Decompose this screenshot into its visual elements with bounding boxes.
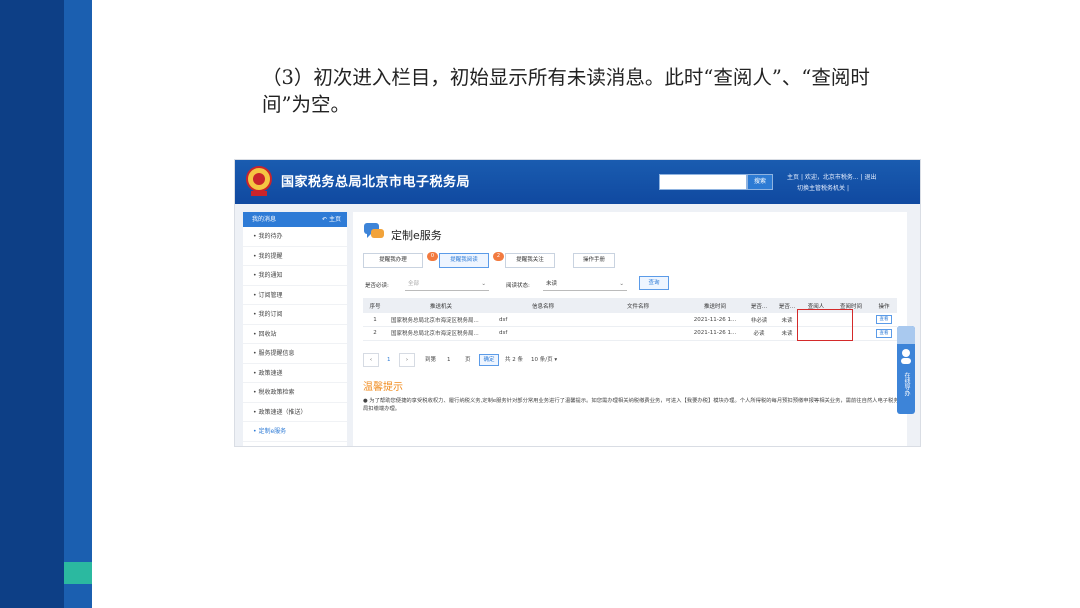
view-button[interactable]: 查看 [876, 315, 892, 324]
slide-band-dark [0, 0, 64, 608]
cell-info-name: dsf [495, 313, 591, 327]
tab-remind-handle[interactable]: 提醒我办理 [363, 253, 423, 268]
read-status-label: 阅读状态: [506, 283, 530, 289]
col-header-must-read: 是否... [745, 298, 773, 313]
per-page-select[interactable]: 10 条/页 ▾ [531, 353, 557, 367]
goto-page-input[interactable]: 1 [447, 353, 451, 367]
sidebar-header-label: 我的消息 [252, 216, 277, 223]
logout-link[interactable]: 退出 [864, 174, 876, 181]
goto-label: 到第 [425, 357, 437, 363]
current-page[interactable]: 1 [387, 353, 391, 367]
tips-text: ● 为了帮助您便捷的享受税收权力、履行纳税义务,定制e服务针对部分常用业务进行了… [363, 398, 899, 412]
header-bar: 国家税务总局北京市电子税务局 搜索 主页 | 欢迎，北京市税务... | 退出 … [235, 160, 920, 204]
search-input[interactable] [659, 174, 747, 190]
slide-band-light [64, 0, 92, 608]
sidebar-item-my-subscriptions[interactable]: • 我的订阅 [243, 305, 347, 325]
tips-title: 温馨提示 [363, 382, 403, 393]
highlight-box [797, 309, 853, 341]
prev-page-button[interactable]: ‹ [363, 353, 379, 367]
cell-file-name [591, 326, 685, 341]
welcome-text: 欢迎，北京市税务... [804, 174, 859, 181]
switch-agency-link[interactable]: 切换主管税务机关 [787, 185, 845, 192]
cell-agency: 国家税务总局北京市海淀区税务局... [387, 326, 495, 341]
online-guide-label: 在线导办 [903, 372, 910, 396]
sidebar-item-policy-express[interactable]: • 政策速递 [243, 364, 347, 383]
cell-push-time: 2021-11-26 1... [685, 326, 745, 341]
chevron-down-icon: ⌄ [481, 281, 486, 287]
col-header-action: 操作 [871, 298, 897, 313]
sidebar-header: 我的消息 ↶ 主页 [243, 212, 347, 227]
tax-portal-screenshot: 国家税务总局北京市电子税务局 搜索 主页 | 欢迎，北京市税务... | 退出 … [234, 159, 921, 447]
sidebar-item-service-reminders[interactable]: • 服务提醒信息 [243, 344, 347, 364]
sidebar-item-custom-eservice[interactable]: • 定制e服务 [243, 422, 347, 442]
chevron-down-icon: ⌄ [619, 281, 624, 287]
chat-bubble-icon [364, 223, 384, 238]
slide-accent-block [64, 562, 92, 584]
view-button[interactable]: 查看 [876, 328, 892, 338]
tab-remind-follow[interactable]: 提醒我关注 [505, 253, 555, 268]
cell-file-name [591, 313, 685, 327]
sidebar-back-link[interactable]: ↶ 主页 [322, 212, 341, 227]
manual-button[interactable]: 操作手册 [573, 253, 615, 268]
site-title: 国家税务总局北京市电子税务局 [281, 175, 471, 190]
slide-caption: （3）初次进入栏目，初始显示所有未读消息。此时“查阅人”、“查阅时间”为空。 [262, 66, 870, 116]
sidebar-item-todo[interactable]: • 我的待办 [243, 227, 347, 247]
sidebar-item-reminders[interactable]: • 我的提醒 [243, 247, 347, 266]
goto-confirm-button[interactable]: 确定 [479, 354, 499, 366]
col-header-index: 序号 [363, 298, 387, 313]
sidebar: 我的消息 ↶ 主页 • 我的待办 • 我的提醒 • 我的通知 • 订阅管理 • … [243, 212, 347, 446]
tab-remind-read-badge: 2 [493, 252, 504, 261]
must-read-select[interactable]: 全部 ⌄ [405, 278, 489, 291]
cell-info-name: dsf [495, 326, 591, 341]
page-unit-label: 页 [465, 357, 471, 363]
top-links: 主页 | 欢迎，北京市税务... | 退出 切换主管税务机关 | [787, 174, 877, 192]
cell-index: 1 [363, 313, 387, 327]
page-title: 定制e服务 [391, 229, 442, 242]
cell-must-read: 非必读 [745, 313, 773, 327]
col-header-file-name: 文件名称 [591, 298, 685, 313]
sidebar-item-subscription-mgmt[interactable]: • 订阅管理 [243, 286, 347, 305]
cell-agency: 国家税务总局北京市海淀区税务局... [387, 313, 495, 327]
tab-remind-read[interactable]: 提醒我阅读 [439, 253, 489, 268]
agent-avatar-icon [901, 349, 911, 364]
chevron-down-icon: ▾ [554, 357, 558, 363]
cell-action: 查看 [871, 313, 897, 327]
tab-remind-handle-badge: 0 [427, 252, 438, 261]
must-read-label: 是否必读: [365, 283, 389, 289]
col-header-info-name: 信息名称 [495, 298, 591, 313]
home-link[interactable]: 主页 [787, 174, 799, 181]
main-panel: 定制e服务 提醒我办理 0 提醒我阅读 2 提醒我关注 操作手册 是否必读: 全… [353, 212, 907, 446]
query-button[interactable]: 查询 [639, 276, 669, 290]
search-button[interactable]: 搜索 [747, 174, 773, 190]
cell-action: 查看 [871, 326, 897, 341]
helper-top-cap [897, 326, 915, 344]
cell-must-read: 必读 [745, 326, 773, 341]
next-page-button[interactable]: › [399, 353, 415, 367]
sidebar-item-notices[interactable]: • 我的通知 [243, 266, 347, 286]
col-header-push-time: 推送时间 [685, 298, 745, 313]
tax-emblem-icon [246, 166, 272, 196]
read-status-select[interactable]: 未读 ⌄ [543, 278, 627, 291]
sidebar-item-recycle-bin[interactable]: • 回收站 [243, 325, 347, 344]
cell-push-time: 2021-11-26 1... [685, 313, 745, 327]
sidebar-item-policy-push[interactable]: • 政策速递（推送） [243, 403, 347, 422]
col-header-agency: 推送机关 [387, 298, 495, 313]
total-count: 共 2 条 [505, 357, 523, 363]
cell-index: 2 [363, 326, 387, 341]
sidebar-item-policy-search[interactable]: • 税收政策检索 [243, 383, 347, 403]
